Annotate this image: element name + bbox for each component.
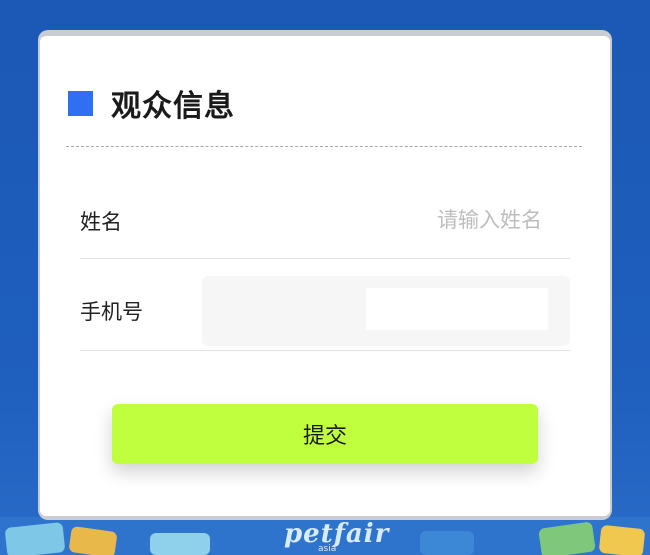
phone-label: 手机号 (80, 300, 143, 324)
visitor-info-card: 观众信息 姓名 手机号 提交 (40, 36, 610, 516)
petfair-logo-subtitle: asia (318, 544, 337, 554)
name-row: 姓名 (80, 192, 570, 259)
section-header: 观众信息 (68, 86, 235, 124)
submit-button[interactable]: 提交 (112, 404, 538, 464)
pet-illustration (598, 524, 646, 555)
section-marker-icon (68, 90, 93, 116)
dashed-divider (66, 146, 582, 147)
promo-banner: petfair asia (0, 517, 650, 555)
phone-row: 手机号 (80, 276, 570, 351)
pet-illustration (150, 533, 210, 555)
pet-illustration (538, 521, 596, 555)
name-label: 姓名 (80, 210, 122, 234)
phone-field-container (202, 276, 570, 346)
pet-illustration (68, 525, 118, 555)
phone-input[interactable] (366, 288, 548, 330)
pet-illustration (4, 522, 66, 555)
petfair-logo: petfair (284, 519, 390, 549)
section-title: 观众信息 (111, 89, 235, 124)
pet-illustration (420, 531, 474, 555)
name-input[interactable] (302, 202, 542, 238)
